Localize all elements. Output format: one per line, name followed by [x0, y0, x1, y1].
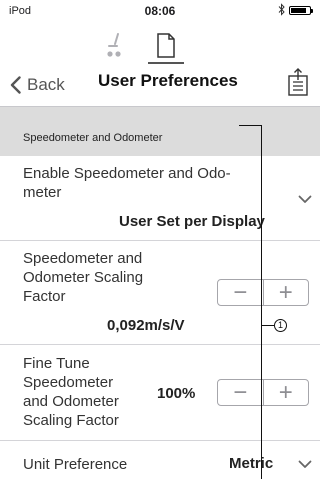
status-bar: iPod 08:06 [0, 0, 320, 20]
battery-icon [289, 6, 313, 15]
unit-preference-row[interactable]: Unit Preference Metric [0, 441, 320, 479]
callout-pointer-line [261, 125, 262, 479]
chevron-left-icon [10, 76, 21, 94]
enable-speedometer-value: User Set per Display [119, 213, 265, 230]
unit-preference-value: Metric [229, 455, 274, 472]
battery-level [291, 8, 306, 13]
chevron-down-icon[interactable] [298, 195, 312, 204]
section-title: Speedometer and Odometer [23, 132, 163, 144]
fine-tune-decrement-button[interactable]: − [218, 380, 263, 405]
mode-switch [0, 26, 320, 68]
scaling-factor-decrement-button[interactable]: − [218, 280, 263, 305]
scaling-factor-label: Speedometer and Odometer Scaling Factor [23, 250, 144, 305]
section-header: Speedometer and Odometer [0, 106, 320, 156]
fine-tune-label: Fine Tune Speedometer and Odometer Scali… [23, 355, 119, 429]
scaling-factor-row: Speedometer and Odometer Scaling Factor … [0, 241, 320, 345]
wheelchair-icon[interactable] [104, 32, 124, 60]
scaling-factor-stepper[interactable]: − + [217, 279, 309, 306]
export-icon[interactable] [287, 68, 309, 96]
back-label: Back [27, 75, 65, 94]
unit-preference-label: Unit Preference [23, 456, 128, 473]
callout-pointer-tick [239, 125, 261, 126]
bluetooth-icon [278, 3, 285, 16]
enable-speedometer-row[interactable]: Enable Speedometer and Odo- meter User S… [0, 157, 320, 241]
clock: 08:06 [144, 4, 176, 18]
back-button[interactable]: Back [10, 70, 65, 100]
document-icon [157, 33, 175, 58]
callout-connector [261, 325, 274, 326]
scaling-factor-increment-button[interactable]: + [264, 280, 309, 305]
callout-marker: 1 [274, 319, 287, 332]
document-tab[interactable] [148, 30, 184, 64]
fine-tune-value: 100% [157, 385, 196, 402]
navigation-bar: Back User Preferences [0, 68, 320, 104]
scaling-factor-value: 0,092m/s/V [107, 317, 185, 334]
page-title: User Preferences [98, 71, 238, 90]
enable-speedometer-label: Enable Speedometer and Odo- meter [23, 165, 231, 201]
fine-tune-row: Fine Tune Speedometer and Odometer Scali… [0, 345, 320, 441]
fine-tune-increment-button[interactable]: + [264, 380, 309, 405]
chevron-down-icon[interactable] [298, 460, 312, 469]
fine-tune-stepper[interactable]: − + [217, 379, 309, 406]
